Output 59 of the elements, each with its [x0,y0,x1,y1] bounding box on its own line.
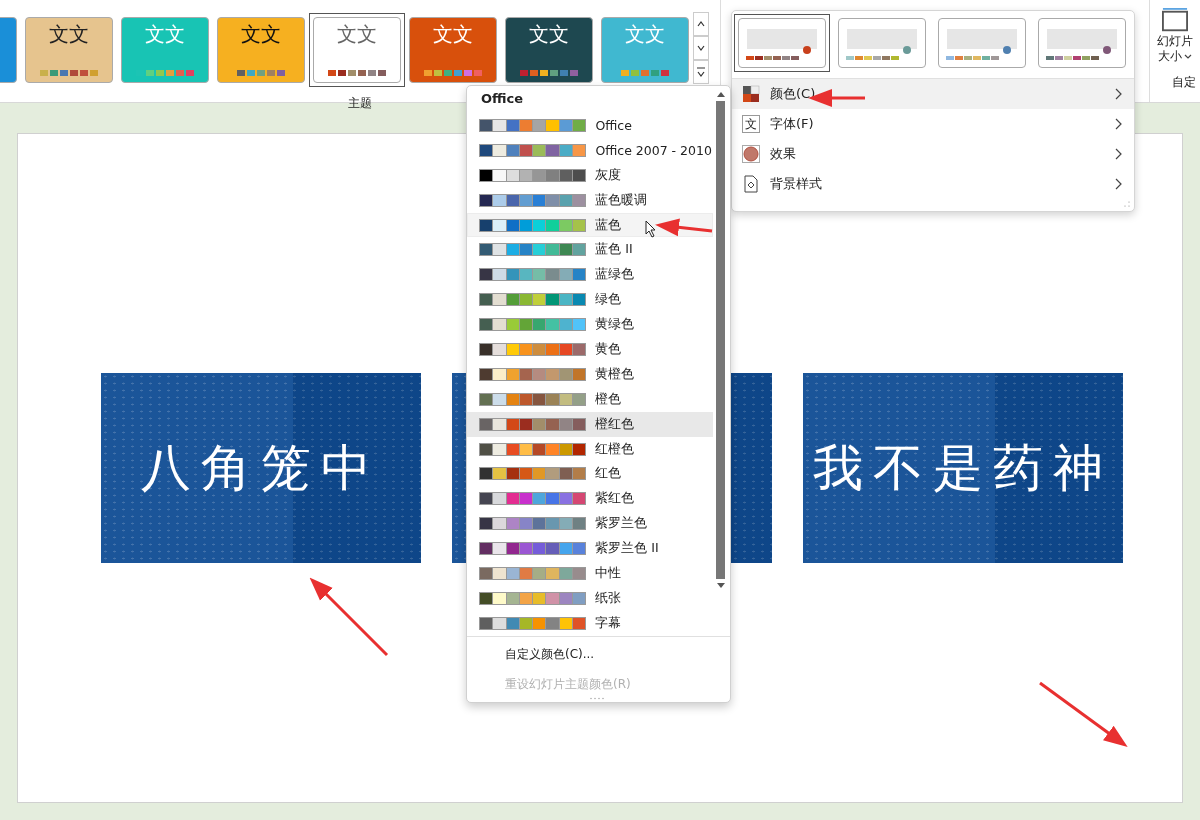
scroll-down-icon[interactable] [715,582,726,590]
resize-grip-icon[interactable] [589,696,605,700]
color-scheme-item[interactable]: 橙红色 [467,411,713,437]
section-heading: Office [480,90,525,108]
scrollbar-thumb[interactable] [716,101,725,579]
variant-thumbnail[interactable] [738,18,826,68]
color-scheme-item[interactable]: 紫罗兰色 II [467,536,713,562]
scroll-down-icon[interactable] [693,36,709,60]
color-scheme-item[interactable]: 中性 [467,561,713,586]
chevron-right-icon [1114,178,1122,190]
theme-thumbnail[interactable]: 文文 [217,17,305,83]
annotation-arrow [655,218,713,237]
font-icon: 文 [742,115,760,133]
color-scheme-item[interactable]: 黄绿色 [467,312,713,337]
slide-size-button[interactable]: 幻灯片 大小 [1157,0,1193,64]
color-scheme-item[interactable]: 红橙色 [467,436,713,462]
chevron-right-icon [1114,148,1122,160]
theme-thumbnail[interactable]: 文文 [25,17,113,83]
scroll-up-icon[interactable] [715,90,726,98]
slide-size-icon [1160,8,1190,34]
color-scheme-item[interactable]: 红色 [467,461,713,487]
menu-item[interactable]: 文 字体(F) [732,109,1134,139]
color-scheme-item[interactable]: 紫罗兰色 [467,511,713,537]
scroll-up-icon[interactable] [693,12,709,36]
chevron-right-icon [1114,118,1122,130]
menu-item[interactable]: 效果 [732,139,1134,169]
color-scheme-item[interactable]: 黄橙色 [467,361,713,387]
color-scheme-item[interactable]: 橙色 [467,386,713,412]
menu-item[interactable]: 自定义颜色(C)... [467,642,730,673]
color-scheme-item[interactable]: 紫红色 [467,486,713,512]
color-scheme-item[interactable]: Office 2007 - 2010 [467,137,713,163]
color-scheme-item[interactable]: 纸张 [467,585,713,611]
variant-thumbnail[interactable] [938,18,1026,68]
group-label: 主题 [348,95,372,112]
background-style-icon [742,175,760,193]
color-scheme-item[interactable]: 蓝色 II [467,237,713,263]
variant-thumbnail[interactable] [838,18,926,68]
color-scheme-item[interactable]: 蓝绿色 [467,262,713,288]
chevron-right-icon [1114,88,1122,100]
theme-thumbnail[interactable]: 文文 [313,17,401,83]
color-scheme-item[interactable]: 蓝色 [467,212,713,238]
color-palette-icon [742,85,760,103]
color-scheme-item[interactable]: 蓝色暖调 [467,187,713,213]
effects-icon [742,145,760,163]
theme-thumbnail[interactable]: 文文 [409,17,497,83]
color-scheme-item[interactable]: 绿色 [467,287,713,313]
color-scheme-item[interactable]: 黄色 [467,337,713,362]
theme-thumbnail[interactable]: 文文 [505,17,593,83]
group-label: 自定 [1171,74,1196,91]
more-icon[interactable] [693,60,709,84]
caret-icon [1184,53,1192,60]
color-scheme-item[interactable]: Office [467,113,713,138]
menu-item[interactable]: 背景样式 [732,169,1134,199]
title-card: 我不是药神 [803,373,1123,563]
color-scheme-item[interactable]: 字幕 [467,610,713,636]
title-card: 八角笼中 [101,373,421,563]
variant-thumbnail[interactable] [1038,18,1126,68]
mouse-pointer-icon [645,220,657,238]
color-scheme-item[interactable]: 灰度 [467,162,713,188]
